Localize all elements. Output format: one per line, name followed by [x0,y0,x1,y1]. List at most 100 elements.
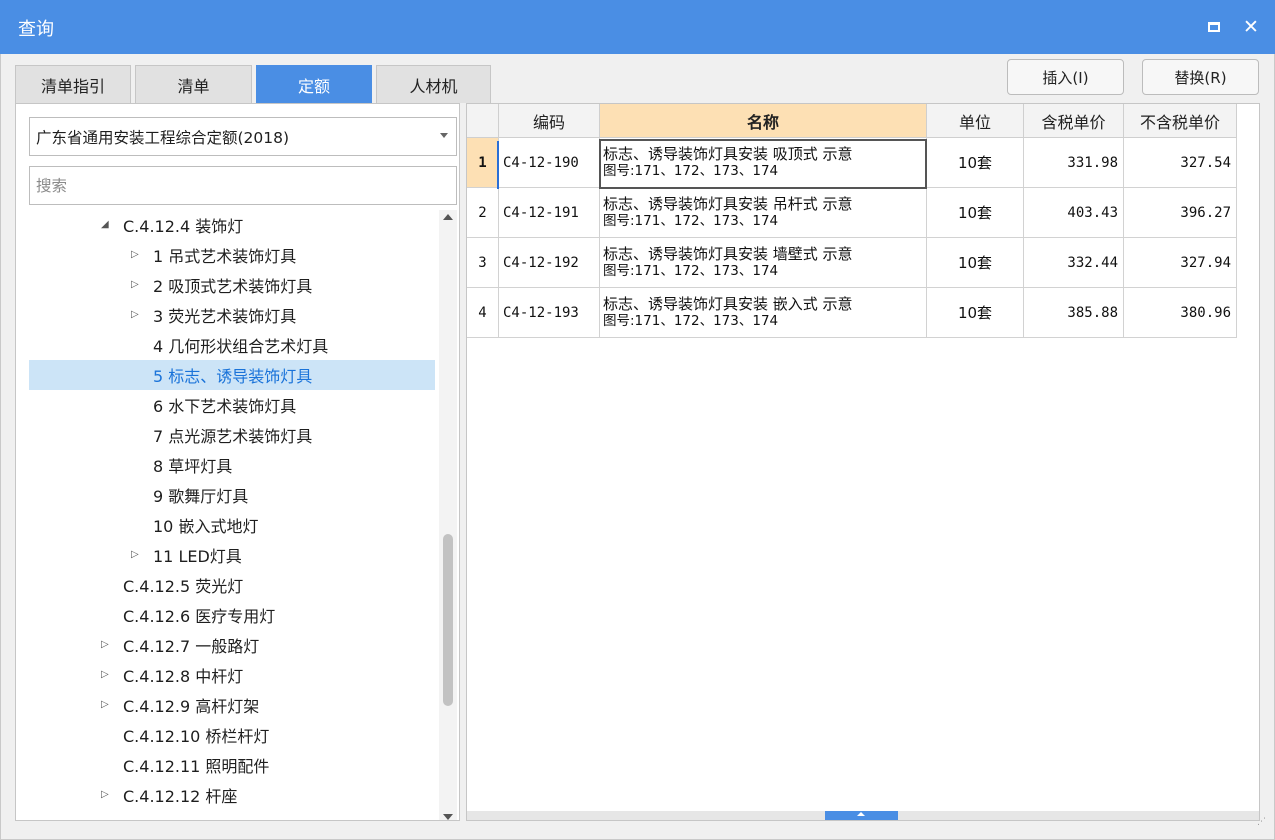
tab-qingdan-zhiyin[interactable]: 清单指引 [15,65,131,103]
tree-item-label: C.4.12.12 杆座 [123,787,238,806]
name-cell[interactable]: 标志、诱导装饰灯具安装 吊杆式 示意 图号:171、172、173、174 [600,188,927,238]
tree-item[interactable]: 6 水下艺术装饰灯具 [29,390,435,420]
chevron-down-icon[interactable] [440,133,448,138]
quota-tree: ◢ C.4.12.4 装饰灯 ▷ 1 吊式艺术装饰灯具 ▷ 2 吸顶式艺术装饰灯具 ▷ 3 荧… [29,210,439,820]
row-focus-marker [497,141,499,189]
unit-cell[interactable]: 10套 [927,238,1024,288]
tree-item[interactable]: ◢ C.4.12.4 装饰灯 [29,210,435,240]
header-unit[interactable]: 单位 [927,104,1024,138]
price-notax-cell[interactable]: 396.27 [1124,188,1237,238]
expand-icon[interactable]: ▷ [101,670,111,680]
price-tax-cell[interactable]: 403.43 [1024,188,1124,238]
tree-item[interactable]: C.4.12.6 医疗专用灯 [29,600,435,630]
header-index [467,104,499,138]
name-cell[interactable]: 标志、诱导装饰灯具安装 墙壁式 示意 图号:171、172、173、174 [600,238,927,288]
price-notax-cell[interactable]: 327.94 [1124,238,1237,288]
resize-grip-icon[interactable]: ⋰ [1257,818,1271,834]
code-cell[interactable]: C4-12-193 [499,288,600,338]
tree-item[interactable]: ▷ 11 LED灯具 [29,540,435,570]
table-row[interactable]: 4 C4-12-193 标志、诱导装饰灯具安装 嵌入式 示意 图号:171、172、1… [467,288,1239,338]
scroll-down-icon[interactable] [443,814,453,820]
insert-button[interactable]: 插入(I) [1007,59,1124,95]
title-bar: 查询 ✕ [0,0,1275,54]
tree-item-label: 6 水下艺术装饰灯具 [153,397,297,416]
tree-item-label: C.4.12.8 中杆灯 [123,667,244,686]
tab-qingdan[interactable]: 清单 [135,65,252,103]
table-row[interactable]: 1 C4-12-190 标志、诱导装饰灯具安装 吸顶式 示意 图号:171、172、1… [467,138,1239,188]
table-row[interactable]: 3 C4-12-192 标志、诱导装饰灯具安装 墙壁式 示意 图号:171、172、1… [467,238,1239,288]
name-line: 标志、诱导装饰灯具安装 吸顶式 示意 [603,144,853,163]
unit-cell[interactable]: 10套 [927,288,1024,338]
scroll-thumb-horizontal[interactable] [825,811,898,820]
header-name[interactable]: 名称 [600,104,927,138]
tree-item-label: 7 点光源艺术装饰灯具 [153,427,313,446]
tree-scrollbar[interactable] [439,210,457,820]
tree-item[interactable]: 5 标志、诱导装饰灯具 [29,360,435,390]
tree-item-label: 3 荧光艺术装饰灯具 [153,307,297,326]
grid-hscrollbar[interactable] [467,811,1259,820]
tree-item[interactable]: ▷ C.4.12.8 中杆灯 [29,660,435,690]
tree-item[interactable]: 8 草坪灯具 [29,450,435,480]
header-price-notax[interactable]: 不含税单价 [1124,104,1237,138]
tree-item-label: 1 吊式艺术装饰灯具 [153,247,297,266]
price-notax-cell[interactable]: 327.54 [1124,138,1237,188]
code-cell[interactable]: C4-12-190 [499,138,600,188]
expand-icon[interactable]: ▷ [131,250,141,260]
row-index[interactable]: 3 [467,238,499,288]
price-notax-cell[interactable]: 380.96 [1124,288,1237,338]
maximize-icon[interactable] [1203,16,1225,38]
replace-button[interactable]: 替换(R) [1142,59,1259,95]
tree-item[interactable]: C.4.12.5 荧光灯 [29,570,435,600]
price-tax-cell[interactable]: 385.88 [1024,288,1124,338]
name-line: 标志、诱导装饰灯具安装 嵌入式 示意 [603,294,853,313]
tree-item[interactable]: C.4.12.11 照明配件 [29,750,435,780]
expand-icon[interactable]: ▷ [101,790,111,800]
expand-icon[interactable]: ▷ [131,280,141,290]
code-cell[interactable]: C4-12-191 [499,188,600,238]
tree-item[interactable]: ▷ C.4.12.9 高杆灯架 [29,690,435,720]
window-title: 查询 [18,19,54,40]
unit-cell[interactable]: 10套 [927,188,1024,238]
header-price-tax[interactable]: 含税单价 [1024,104,1124,138]
name-cell[interactable]: 标志、诱导装饰灯具安装 嵌入式 示意 图号:171、172、173、174 [600,288,927,338]
code-cell[interactable]: C4-12-192 [499,238,600,288]
row-index[interactable]: 4 [467,288,499,338]
tree-item[interactable]: ▷ C.4.12.12 杆座 [29,780,435,810]
collapse-icon[interactable]: ◢ [101,220,111,230]
tree-item[interactable]: ▷ 3 荧光艺术装饰灯具 [29,300,435,330]
name-cell[interactable]: 标志、诱导装饰灯具安装 吸顶式 示意 图号:171、172、173、174 [600,138,927,188]
name-line: 图号:171、172、173、174 [603,162,779,179]
tree-item[interactable]: 9 歌舞厅灯具 [29,480,435,510]
price-tax-cell[interactable]: 332.44 [1024,238,1124,288]
header-code[interactable]: 编码 [499,104,600,138]
quota-grid-panel: 编码 名称 单位 含税单价 不含税单价 1 C4-12-190 标志、诱导装饰灯具安… [466,103,1260,821]
tree-item-label: C.4.12.11 照明配件 [123,757,270,776]
tree-item[interactable]: 10 嵌入式地灯 [29,510,435,540]
tree-item[interactable]: ▷ 1 吊式艺术装饰灯具 [29,240,435,270]
tab-rencaiji[interactable]: 人材机 [376,65,491,103]
tree-item[interactable]: 4 几何形状组合艺术灯具 [29,330,435,360]
tree-item-label: C.4.12.9 高杆灯架 [123,697,260,716]
row-index[interactable]: 1 [467,138,499,188]
row-index[interactable]: 2 [467,188,499,238]
tab-dinge[interactable]: 定额 [256,65,372,103]
table-row[interactable]: 2 C4-12-191 标志、诱导装饰灯具安装 吊杆式 示意 图号:171、172、1… [467,188,1239,238]
expand-icon[interactable]: ▷ [101,700,111,710]
tree-item-label: C.4.12.4 装饰灯 [123,217,244,236]
close-icon[interactable]: ✕ [1240,16,1262,38]
tree-item[interactable]: ▷ C.4.12.7 一般路灯 [29,630,435,660]
tree-item-label: 11 LED灯具 [153,547,242,566]
expand-icon[interactable]: ▷ [131,310,141,320]
tree-item[interactable]: ▷ 2 吸顶式艺术装饰灯具 [29,270,435,300]
search-input[interactable] [29,166,457,205]
unit-cell[interactable]: 10套 [927,138,1024,188]
tree-item[interactable]: 7 点光源艺术装饰灯具 [29,420,435,450]
scroll-thumb[interactable] [443,534,453,706]
tree-item-label: C.4.12.6 医疗专用灯 [123,607,276,626]
scroll-up-icon[interactable] [443,214,453,220]
expand-icon[interactable]: ▷ [101,640,111,650]
quota-library-select[interactable]: 广东省通用安装工程综合定额(2018) [29,117,457,156]
expand-icon[interactable]: ▷ [131,550,141,560]
price-tax-cell[interactable]: 331.98 [1024,138,1124,188]
tree-item[interactable]: C.4.12.10 桥栏杆灯 [29,720,435,750]
